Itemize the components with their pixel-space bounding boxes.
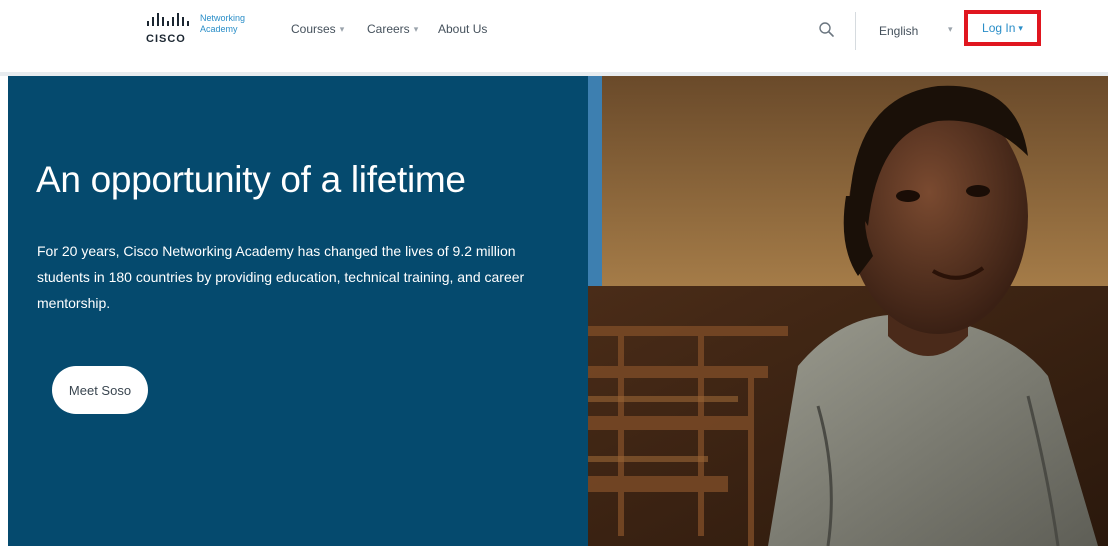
search-button[interactable] [816, 19, 838, 41]
chevron-down-icon: ▾ [413, 23, 419, 34]
header-divider [855, 12, 856, 50]
search-icon [819, 22, 834, 37]
login-button[interactable]: Log In ▾ [964, 10, 1041, 46]
hero-description: For 20 years, Cisco Networking Academy h… [37, 243, 525, 311]
logo-product-line2: Academy [200, 24, 238, 34]
hero-title: An opportunity of a lifetime [36, 159, 466, 200]
cisco-bars-icon [147, 13, 189, 26]
chevron-down-icon: ▾ [339, 23, 345, 34]
nav-careers[interactable]: Careers ▾ [367, 22, 418, 36]
student-portrait-image [588, 76, 1108, 546]
hero-panel: An opportunity of a lifetime For 20 year… [8, 76, 588, 546]
cisco-networking-academy-logo[interactable]: CISCO Networking Academy [145, 13, 255, 49]
logo-product-line1: Networking [200, 13, 246, 23]
nav-careers-label: Careers [367, 22, 410, 36]
login-label: Log In [982, 21, 1016, 35]
hero-photo [588, 76, 1108, 546]
language-selector[interactable]: English [879, 24, 918, 38]
meet-soso-button[interactable]: Meet Soso [52, 366, 148, 414]
logo-brand-text: CISCO [146, 33, 186, 45]
nav-courses[interactable]: Courses ▾ [291, 22, 344, 36]
site-header: CISCO Networking Academy Courses ▾ Caree… [0, 0, 1108, 72]
nav-about-us[interactable]: About Us [438, 22, 487, 36]
nav-courses-label: Courses [291, 22, 336, 36]
nav-about-us-label: About Us [438, 22, 488, 36]
logo-product-text: Networking Academy [200, 13, 245, 35]
chevron-down-icon[interactable]: ▾ [948, 24, 953, 35]
chevron-down-icon: ▾ [1018, 22, 1023, 33]
